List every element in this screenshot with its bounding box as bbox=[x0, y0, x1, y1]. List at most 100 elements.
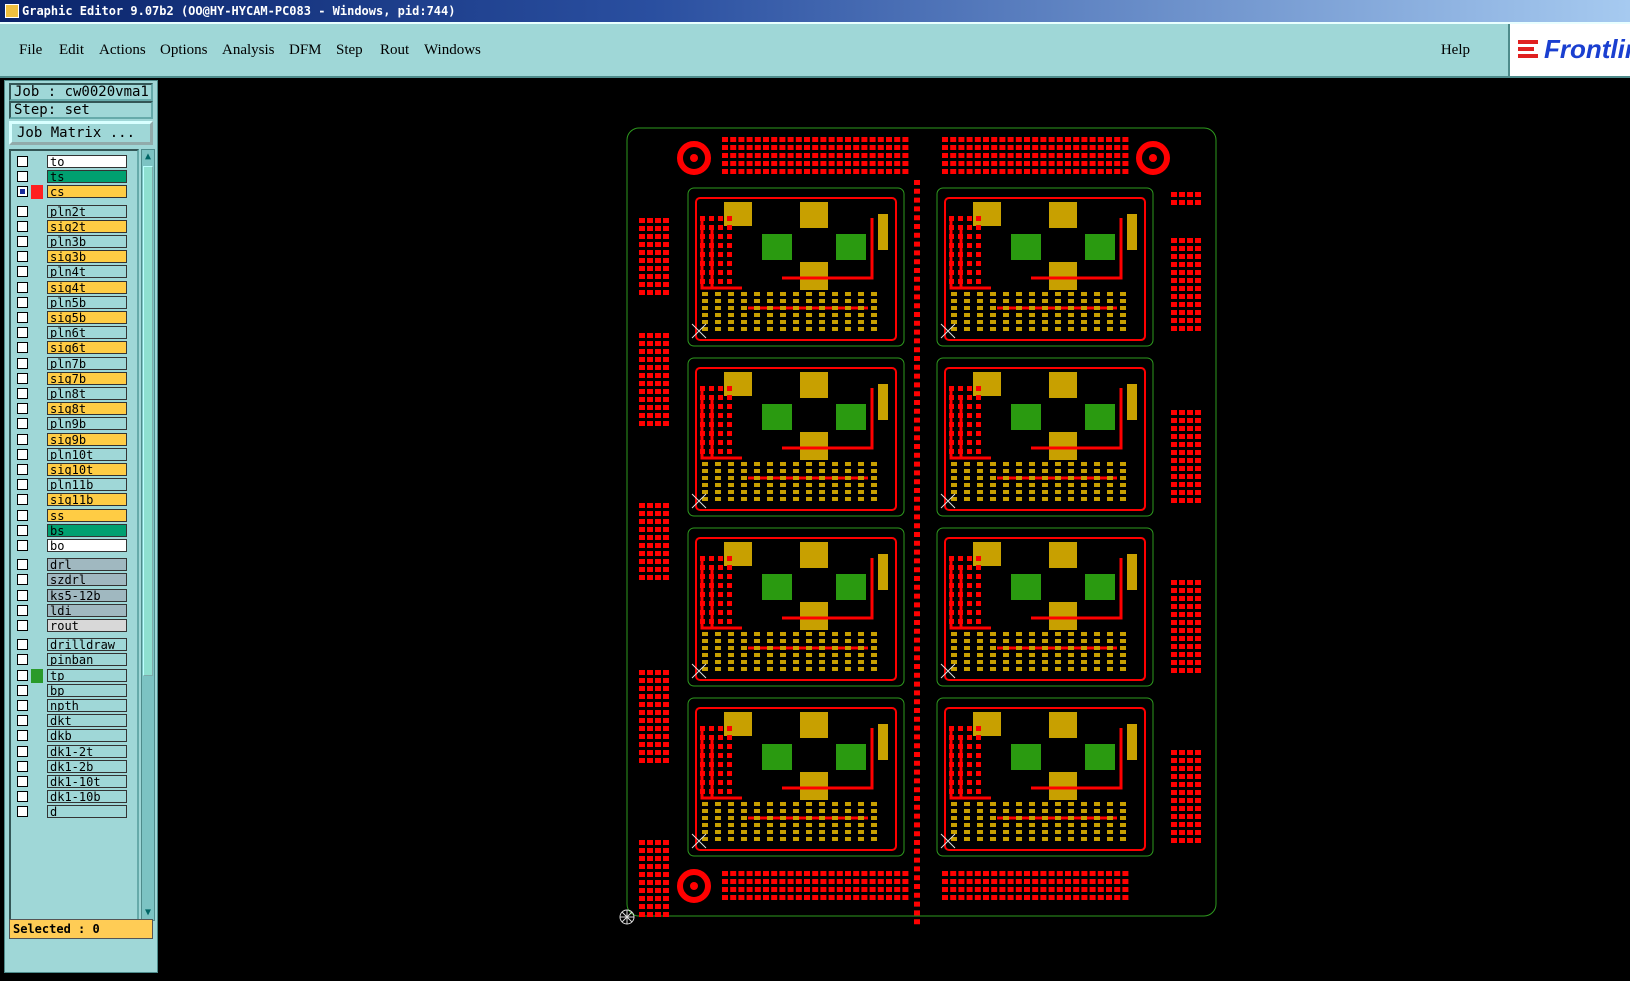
layer-name[interactable]: bp bbox=[47, 683, 127, 697]
layer-checkbox[interactable] bbox=[17, 281, 28, 293]
layer-row-d[interactable]: d bbox=[13, 805, 135, 819]
layer-row-drl[interactable]: drl bbox=[13, 558, 135, 572]
layer-name[interactable]: dk1-2t bbox=[47, 744, 127, 758]
layer-row-sig11b[interactable]: sig11b bbox=[13, 493, 135, 507]
layer-name[interactable]: d bbox=[47, 805, 127, 819]
layer-checkbox[interactable] bbox=[17, 620, 28, 631]
layer-name[interactable]: drilldraw bbox=[47, 638, 127, 652]
layer-name[interactable]: to bbox=[47, 155, 127, 168]
layer-checkbox[interactable] bbox=[17, 418, 28, 430]
layer-name[interactable]: rout bbox=[47, 619, 127, 632]
layer-checkbox[interactable] bbox=[17, 448, 28, 460]
layer-row-ts[interactable]: ts bbox=[13, 170, 135, 184]
layer-checkbox[interactable] bbox=[17, 639, 28, 651]
menu-windows[interactable]: Windows bbox=[424, 42, 481, 59]
layer-row-cs[interactable]: cs bbox=[13, 185, 135, 200]
layer-row-pln8t[interactable]: pln8t bbox=[13, 387, 135, 401]
layer-name[interactable]: sig5b bbox=[47, 311, 127, 324]
layer-checkbox[interactable] bbox=[17, 715, 28, 727]
layer-checkbox[interactable] bbox=[17, 266, 28, 278]
layer-row-dk1-2b[interactable]: dk1-2b bbox=[13, 759, 135, 774]
layer-row-sig3b[interactable]: sig3b bbox=[13, 250, 135, 264]
layer-name[interactable]: pln4t bbox=[47, 265, 127, 279]
scroll-down-icon[interactable]: ▼ bbox=[143, 907, 153, 919]
layer-name[interactable]: dkt bbox=[47, 714, 127, 728]
layer-checkbox[interactable] bbox=[17, 205, 28, 217]
layer-checkbox[interactable] bbox=[17, 156, 28, 167]
layer-name[interactable]: pln5b bbox=[47, 295, 127, 309]
layer-checkbox[interactable] bbox=[17, 730, 28, 742]
layer-name[interactable]: pln3b bbox=[47, 235, 127, 248]
layer-row-dk1-10b[interactable]: dk1-10b bbox=[13, 790, 135, 804]
layer-name[interactable]: bo bbox=[47, 539, 127, 552]
layer-name[interactable]: pln11b bbox=[47, 478, 127, 492]
menu-options[interactable]: Options bbox=[160, 42, 208, 59]
layer-row-dkt[interactable]: dkt bbox=[13, 714, 135, 728]
layer-name[interactable]: dk1-2b bbox=[47, 759, 127, 773]
layer-name[interactable]: sig6t bbox=[47, 341, 127, 355]
layer-name[interactable]: pln9b bbox=[47, 417, 127, 431]
layer-name[interactable]: sig2t bbox=[47, 219, 127, 233]
layer-checkbox[interactable] bbox=[17, 776, 28, 787]
layer-checkbox[interactable] bbox=[17, 479, 28, 491]
menu-rout[interactable]: Rout bbox=[380, 42, 409, 59]
layer-name[interactable]: dkb bbox=[47, 729, 127, 743]
layer-row-npth[interactable]: npth bbox=[13, 699, 135, 713]
layer-row-pln9b[interactable]: pln9b bbox=[13, 417, 135, 431]
layer-row-bo[interactable]: bo bbox=[13, 539, 135, 553]
layer-checkbox[interactable] bbox=[17, 669, 28, 681]
layer-name[interactable]: sig4t bbox=[47, 280, 127, 294]
layer-row-bp[interactable]: bp bbox=[13, 683, 135, 698]
layer-name[interactable]: sig3b bbox=[47, 250, 127, 264]
layer-row-sig10t[interactable]: sig10t bbox=[13, 463, 135, 477]
layer-row-szdrl[interactable]: szdrl bbox=[13, 573, 135, 587]
layer-checkbox[interactable] bbox=[17, 433, 28, 445]
layer-checkbox[interactable] bbox=[17, 791, 28, 803]
layer-checkbox[interactable] bbox=[17, 312, 28, 323]
layer-checkbox[interactable] bbox=[17, 296, 28, 308]
layer-name[interactable]: pln7b bbox=[47, 356, 127, 370]
layer-name[interactable]: bs bbox=[47, 523, 127, 537]
layer-row-sig6t[interactable]: sig6t bbox=[13, 341, 135, 355]
layer-name[interactable]: sig9b bbox=[47, 432, 127, 446]
layer-checkbox[interactable] bbox=[17, 171, 28, 183]
layer-row-tp[interactable]: tp bbox=[13, 668, 135, 683]
layer-row-pinban[interactable]: pinban bbox=[13, 653, 135, 667]
layer-name[interactable]: ts bbox=[47, 170, 127, 184]
layer-row-pln11b[interactable]: pln11b bbox=[13, 478, 135, 492]
layer-name[interactable]: drl bbox=[47, 558, 127, 572]
layer-name[interactable]: sig11b bbox=[47, 493, 127, 507]
layer-list-scrollbar[interactable]: ▲ ▼ bbox=[141, 149, 155, 921]
layer-row-sig4t[interactable]: sig4t bbox=[13, 280, 135, 295]
job-matrix-button[interactable]: Job Matrix ... bbox=[9, 121, 153, 145]
layer-row-pln7b[interactable]: pln7b bbox=[13, 356, 135, 371]
layer-checkbox[interactable] bbox=[17, 251, 28, 263]
menu-actions[interactable]: Actions bbox=[99, 42, 146, 59]
layer-checkbox[interactable] bbox=[17, 327, 28, 339]
layer-checkbox[interactable] bbox=[17, 540, 28, 551]
menu-analysis[interactable]: Analysis bbox=[222, 42, 275, 59]
layer-checkbox[interactable] bbox=[17, 700, 28, 711]
layer-row-bs[interactable]: bs bbox=[13, 523, 135, 538]
layer-row-dk1-10t[interactable]: dk1-10t bbox=[13, 775, 135, 789]
layer-checkbox[interactable] bbox=[17, 684, 28, 696]
layer-row-pln2t[interactable]: pln2t bbox=[13, 204, 135, 219]
layer-checkbox[interactable] bbox=[17, 559, 28, 571]
layer-checkbox[interactable] bbox=[17, 745, 28, 757]
layer-name[interactable]: tp bbox=[47, 668, 127, 682]
layer-checkbox[interactable] bbox=[17, 654, 28, 666]
layer-row-ldi[interactable]: ldi bbox=[13, 603, 135, 618]
layer-row-ss[interactable]: ss bbox=[13, 508, 135, 523]
layer-row-dkb[interactable]: dkb bbox=[13, 729, 135, 743]
layer-name[interactable]: pln8t bbox=[47, 387, 127, 400]
layer-name[interactable]: ldi bbox=[47, 603, 127, 617]
layer-checkbox[interactable] bbox=[17, 524, 28, 536]
graphics-canvas[interactable] bbox=[160, 80, 1630, 977]
layer-row-sig5b[interactable]: sig5b bbox=[13, 311, 135, 325]
layer-name[interactable]: cs bbox=[47, 185, 127, 199]
layer-row-ks5-12b[interactable]: ks5-12b bbox=[13, 588, 135, 603]
layer-name[interactable]: ks5-12b bbox=[47, 588, 127, 602]
layer-name[interactable]: sig8t bbox=[47, 402, 127, 416]
layer-name[interactable]: dk1-10b bbox=[47, 790, 127, 804]
layer-row-pln6t[interactable]: pln6t bbox=[13, 326, 135, 340]
